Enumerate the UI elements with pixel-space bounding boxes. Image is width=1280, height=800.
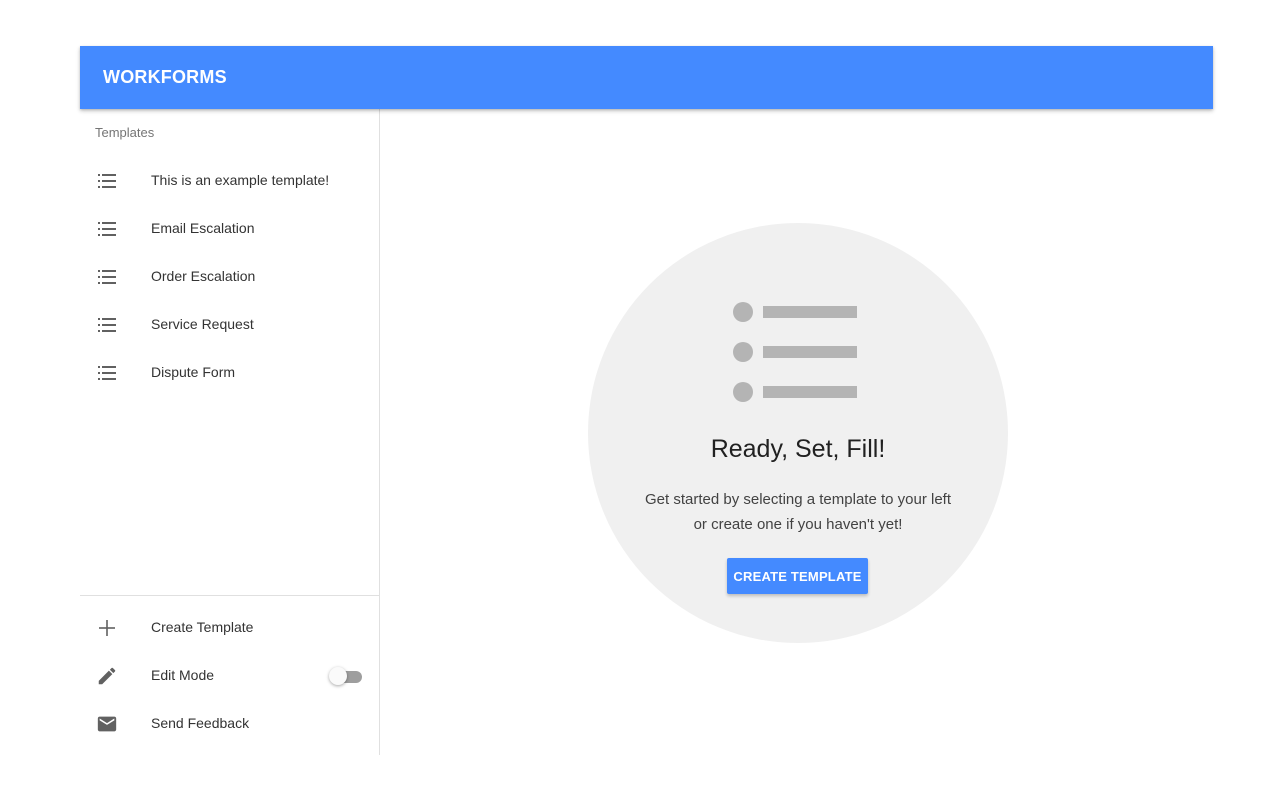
create-template-item[interactable]: Create Template bbox=[80, 604, 379, 652]
list-icon bbox=[98, 174, 116, 188]
list-illustration-icon bbox=[733, 302, 857, 402]
template-item-label: This is an example template! bbox=[151, 172, 330, 188]
template-item[interactable]: This is an example template! bbox=[80, 157, 379, 205]
list-icon bbox=[98, 318, 116, 332]
create-template-label: Create Template bbox=[151, 619, 254, 635]
sidebar-actions: Create Template Edit Mode Send Feedback bbox=[80, 604, 379, 748]
template-item-label: Order Escalation bbox=[151, 268, 256, 284]
mail-icon bbox=[97, 716, 117, 732]
create-template-button[interactable]: CREATE TEMPLATE bbox=[727, 558, 868, 594]
empty-state: Ready, Set, Fill! Get started by selecti… bbox=[588, 223, 1008, 643]
app: WORKFORMS Templates This is an example t… bbox=[80, 46, 1213, 755]
list-icon bbox=[98, 222, 116, 236]
send-feedback-label: Send Feedback bbox=[151, 715, 250, 731]
plus-icon bbox=[99, 620, 115, 636]
template-item-label: Service Request bbox=[151, 316, 254, 332]
template-item-label: Dispute Form bbox=[151, 364, 236, 380]
sidebar: Templates This is an example template! E… bbox=[80, 109, 380, 755]
edit-mode-item[interactable]: Edit Mode bbox=[80, 652, 379, 700]
app-bar: WORKFORMS bbox=[80, 46, 1213, 109]
template-item[interactable]: Order Escalation bbox=[80, 253, 379, 301]
sidebar-divider bbox=[80, 595, 379, 596]
main-content: Ready, Set, Fill! Get started by selecti… bbox=[380, 109, 1213, 755]
empty-state-text-line: Get started by selecting a template to y… bbox=[645, 491, 951, 508]
template-list: This is an example template! Email Escal… bbox=[80, 157, 379, 397]
empty-state-title: Ready, Set, Fill! bbox=[710, 435, 886, 463]
edit-mode-toggle[interactable] bbox=[328, 665, 364, 687]
toggle-thumb bbox=[329, 667, 347, 685]
list-icon bbox=[98, 270, 116, 284]
send-feedback-item[interactable]: Send Feedback bbox=[80, 700, 379, 748]
empty-state-text-line: or create one if you haven't yet! bbox=[693, 516, 903, 533]
pencil-icon bbox=[98, 667, 116, 685]
template-item-label: Email Escalation bbox=[151, 220, 255, 236]
template-item[interactable]: Email Escalation bbox=[80, 205, 379, 253]
list-icon bbox=[98, 366, 116, 380]
template-item[interactable]: Dispute Form bbox=[80, 349, 379, 397]
edit-mode-label: Edit Mode bbox=[151, 667, 215, 683]
app-title: WORKFORMS bbox=[103, 67, 227, 87]
empty-state-text: Get started by selecting a template to y… bbox=[618, 487, 978, 537]
templates-subheader: Templates bbox=[95, 125, 155, 140]
template-item[interactable]: Service Request bbox=[80, 301, 379, 349]
